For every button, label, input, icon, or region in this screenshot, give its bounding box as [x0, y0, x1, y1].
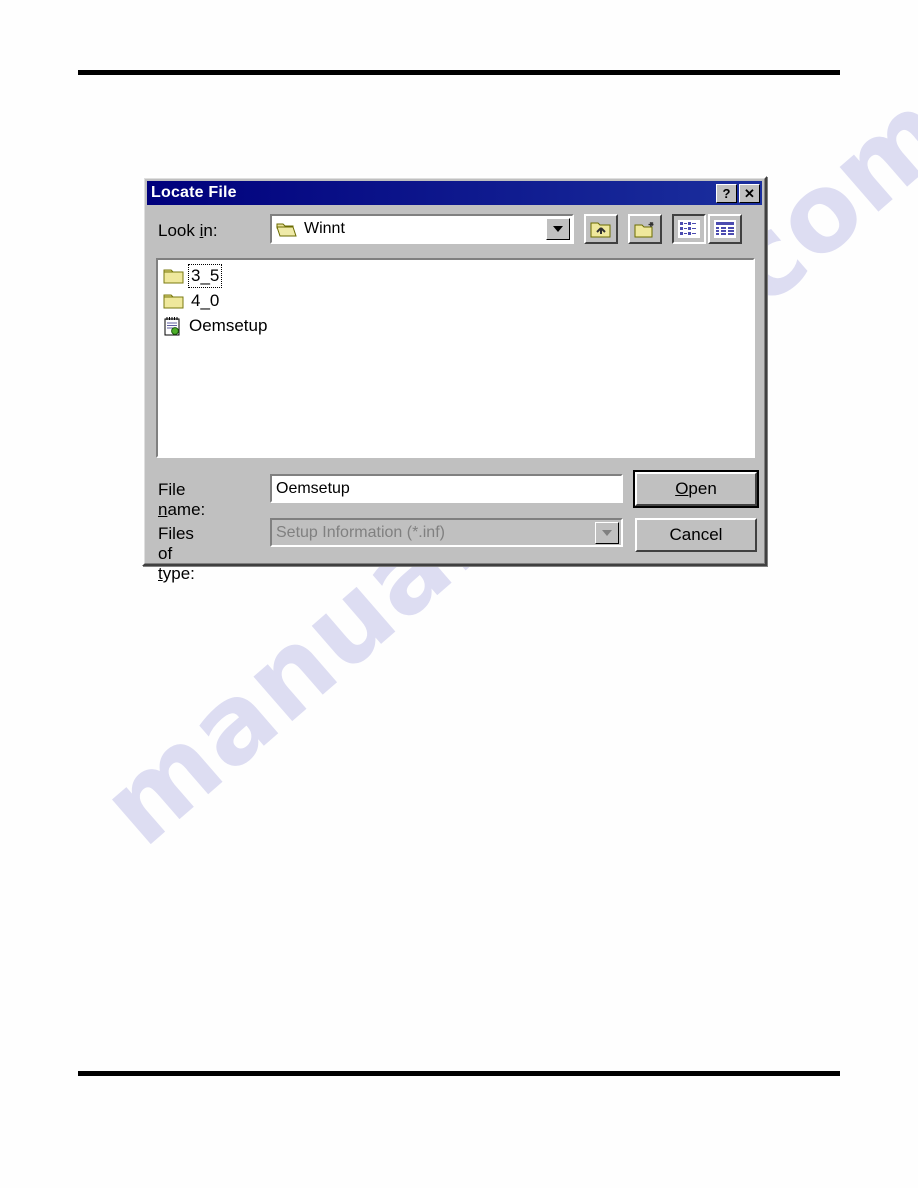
locate-file-dialog: Locate File ? ✕ Look in: Winnt 3_5 4_0 O… [142, 176, 767, 583]
lookin-label-post: n: [203, 221, 218, 240]
folder-icon [163, 269, 184, 284]
question-mark-icon: ? [722, 185, 731, 201]
chevron-down-icon [553, 226, 563, 232]
inf-file-icon [164, 316, 180, 335]
list-item-label: Oemsetup [189, 315, 268, 335]
open-button[interactable]: Open [633, 470, 759, 508]
filetype-value: Setup Information (*.inf) [276, 523, 445, 541]
lookin-value: Winnt [304, 220, 345, 237]
up-one-level-button[interactable] [584, 214, 618, 244]
new-folder-icon [634, 221, 654, 237]
filetype-label: Files of type: [158, 524, 195, 584]
dialog-titlebar[interactable]: Locate File ? ✕ [147, 181, 762, 205]
dialog-title: Locate File [151, 184, 237, 201]
list-view-icon [678, 220, 700, 238]
lookin-label-pre: Look [158, 221, 200, 240]
cancel-label: Cancel [669, 525, 723, 544]
filetype-dropdown-arrow[interactable] [595, 522, 619, 544]
page-header-rule [78, 70, 840, 75]
lookin-row: Look in: Winnt [156, 214, 755, 248]
filename-input[interactable]: Oemsetup [270, 474, 623, 503]
filetype-combobox[interactable]: Setup Information (*.inf) [270, 518, 623, 547]
up-folder-icon [590, 222, 611, 237]
list-view-button[interactable] [672, 214, 706, 244]
lookin-combobox[interactable]: Winnt [270, 214, 574, 244]
list-item[interactable]: Oemsetup [163, 314, 269, 337]
close-button[interactable]: ✕ [739, 183, 760, 203]
create-new-folder-button[interactable] [628, 214, 662, 244]
list-item[interactable]: 4_0 [163, 289, 221, 312]
list-item[interactable]: 3_5 [163, 263, 223, 288]
lookin-dropdown-arrow[interactable] [546, 218, 570, 240]
filename-label-pre: File [158, 480, 186, 499]
filename-value: Oemsetup [276, 479, 350, 497]
open-label-accel: O [675, 479, 689, 498]
open-label-post: pen [688, 479, 717, 498]
filename-label-post: ame: [167, 500, 206, 519]
open-folder-icon [276, 223, 297, 236]
filetype-label-pre: Files of [158, 524, 194, 563]
details-view-button[interactable] [708, 214, 742, 244]
page-footer-rule [78, 1071, 840, 1076]
list-item-label: 3_5 [187, 263, 223, 288]
file-listbox[interactable]: 3_5 4_0 Oemsetup [156, 258, 755, 458]
list-item-label: 4_0 [191, 290, 220, 310]
filetype-label-post: ype: [162, 564, 195, 583]
chevron-down-icon [602, 530, 612, 536]
details-view-icon [714, 220, 736, 238]
close-icon: ✕ [744, 185, 755, 201]
scanned-manual-page: manualshive.com Locate File ? ✕ Look in:… [0, 0, 918, 1188]
cancel-button[interactable]: Cancel [635, 518, 757, 552]
lookin-label: Look in: [158, 221, 218, 241]
help-button[interactable]: ? [716, 183, 737, 203]
filename-label: File name: [158, 480, 205, 520]
folder-icon [163, 294, 184, 309]
